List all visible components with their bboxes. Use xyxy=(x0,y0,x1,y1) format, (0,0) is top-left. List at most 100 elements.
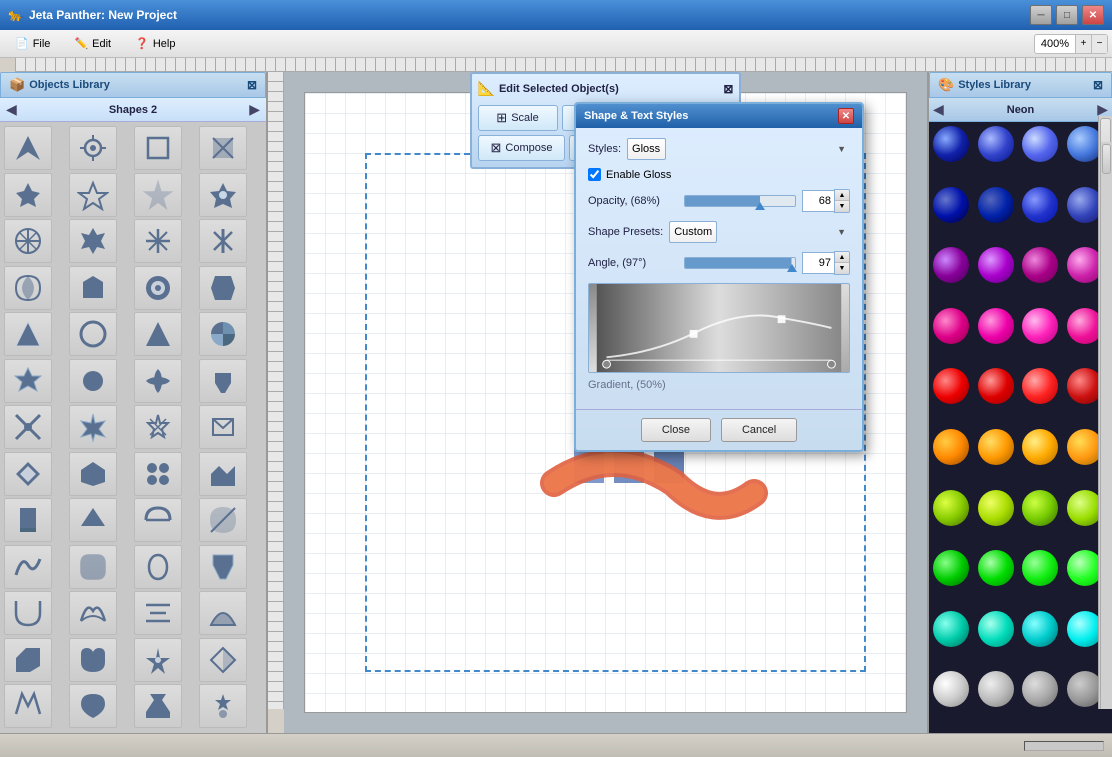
styles-select[interactable]: Gloss Flat Matte xyxy=(627,138,666,160)
nav-next-button[interactable]: ▶ xyxy=(249,101,260,118)
shape-cell[interactable] xyxy=(199,684,247,728)
shape-cell[interactable] xyxy=(134,591,182,635)
shape-cell[interactable] xyxy=(199,126,247,170)
close-button[interactable]: ✕ xyxy=(1082,5,1104,25)
angle-down-button[interactable]: ▼ xyxy=(835,263,849,274)
style-ball[interactable] xyxy=(978,611,1014,647)
help-menu[interactable]: ❓ Help xyxy=(124,33,186,54)
shape-cell[interactable] xyxy=(69,638,117,682)
shape-cell[interactable] xyxy=(134,312,182,356)
style-ball[interactable] xyxy=(978,550,1014,586)
shape-cell[interactable] xyxy=(69,266,117,310)
shape-cell[interactable] xyxy=(4,173,52,217)
style-ball[interactable] xyxy=(1022,490,1058,526)
shape-cell[interactable] xyxy=(134,173,182,217)
style-ball[interactable] xyxy=(978,187,1014,223)
cancel-button[interactable]: Cancel xyxy=(721,418,797,442)
style-ball[interactable] xyxy=(1022,611,1058,647)
scale-button[interactable]: ⊞ Scale xyxy=(478,105,558,131)
shape-cell[interactable] xyxy=(4,312,52,356)
shape-presets-select[interactable]: Custom Linear Radial xyxy=(669,221,717,243)
minimize-button[interactable]: ─ xyxy=(1030,5,1052,25)
shape-cell[interactable] xyxy=(134,545,182,589)
opacity-slider[interactable] xyxy=(684,195,796,207)
shape-cell[interactable] xyxy=(4,498,52,542)
enable-gloss-checkbox[interactable] xyxy=(588,168,601,181)
angle-input[interactable] xyxy=(802,252,834,274)
style-ball[interactable] xyxy=(978,247,1014,283)
shape-cell[interactable] xyxy=(199,359,247,403)
objects-library-close[interactable]: ⊠ xyxy=(247,78,257,92)
zoom-up-button[interactable]: + xyxy=(1075,35,1091,53)
opacity-down-button[interactable]: ▼ xyxy=(835,201,849,212)
style-ball[interactable] xyxy=(933,550,969,586)
style-ball[interactable] xyxy=(1022,187,1058,223)
canvas-area[interactable]: 📐 Edit Selected Object(s) ⊠ ⊞ Scale ↻ Ro… xyxy=(284,72,927,733)
shape-cell[interactable] xyxy=(4,638,52,682)
shape-cell[interactable] xyxy=(4,545,52,589)
shape-cell[interactable] xyxy=(199,545,247,589)
shape-cell[interactable] xyxy=(134,219,182,263)
file-menu[interactable]: 📄 File xyxy=(4,33,61,54)
opacity-input[interactable] xyxy=(802,190,834,212)
shape-cell[interactable] xyxy=(69,173,117,217)
style-ball[interactable] xyxy=(978,429,1014,465)
style-ball[interactable] xyxy=(978,308,1014,344)
style-ball[interactable] xyxy=(933,671,969,707)
shape-cell[interactable] xyxy=(134,359,182,403)
shape-cell[interactable] xyxy=(4,684,52,728)
style-ball[interactable] xyxy=(978,368,1014,404)
dialog-close-button[interactable]: ✕ xyxy=(838,108,854,124)
style-ball[interactable] xyxy=(933,611,969,647)
shape-cell[interactable] xyxy=(199,498,247,542)
shape-cell[interactable] xyxy=(134,684,182,728)
shape-cell[interactable] xyxy=(4,591,52,635)
styles-library-close[interactable]: ⊠ xyxy=(1093,78,1103,92)
maximize-button[interactable]: □ xyxy=(1056,5,1078,25)
shape-cell[interactable] xyxy=(134,126,182,170)
shape-cell[interactable] xyxy=(199,638,247,682)
shape-cell[interactable] xyxy=(4,126,52,170)
style-ball[interactable] xyxy=(978,126,1014,162)
shape-cell[interactable] xyxy=(199,312,247,356)
shape-cell[interactable] xyxy=(134,498,182,542)
style-ball[interactable] xyxy=(1022,429,1058,465)
shape-cell[interactable] xyxy=(69,498,117,542)
style-ball[interactable] xyxy=(1022,550,1058,586)
style-ball[interactable] xyxy=(1022,247,1058,283)
style-ball[interactable] xyxy=(1022,368,1058,404)
shape-cell[interactable] xyxy=(69,684,117,728)
compose-button[interactable]: ⊠ Compose xyxy=(478,135,566,161)
style-ball[interactable] xyxy=(1022,308,1058,344)
shape-cell[interactable] xyxy=(134,638,182,682)
shape-cell[interactable] xyxy=(4,452,52,496)
shape-cell[interactable] xyxy=(199,219,247,263)
angle-up-button[interactable]: ▲ xyxy=(835,252,849,263)
style-ball[interactable] xyxy=(1022,671,1058,707)
gradient-canvas[interactable] xyxy=(588,283,850,373)
shape-cell[interactable] xyxy=(69,312,117,356)
nav-prev-button[interactable]: ◀ xyxy=(6,101,17,118)
style-ball[interactable] xyxy=(933,368,969,404)
shape-cell[interactable] xyxy=(4,405,52,449)
styles-nav-prev[interactable]: ◀ xyxy=(933,101,944,118)
shape-cell[interactable] xyxy=(69,452,117,496)
shape-cell[interactable] xyxy=(134,266,182,310)
opacity-up-button[interactable]: ▲ xyxy=(835,190,849,201)
style-ball[interactable] xyxy=(933,126,969,162)
style-ball[interactable] xyxy=(978,490,1014,526)
shape-cell[interactable] xyxy=(69,591,117,635)
shape-cell[interactable] xyxy=(4,219,52,263)
style-ball[interactable] xyxy=(933,187,969,223)
edit-menu[interactable]: ✏️ Edit xyxy=(63,33,122,54)
shape-cell[interactable] xyxy=(199,266,247,310)
close-button[interactable]: Close xyxy=(641,418,711,442)
style-ball[interactable] xyxy=(933,429,969,465)
style-ball[interactable] xyxy=(978,671,1014,707)
shape-cell[interactable] xyxy=(69,545,117,589)
shape-cell[interactable] xyxy=(199,591,247,635)
style-ball[interactable] xyxy=(1022,126,1058,162)
edit-toolbar-close[interactable]: ⊠ xyxy=(723,82,733,96)
shape-cell[interactable] xyxy=(134,452,182,496)
shape-cell[interactable] xyxy=(199,405,247,449)
